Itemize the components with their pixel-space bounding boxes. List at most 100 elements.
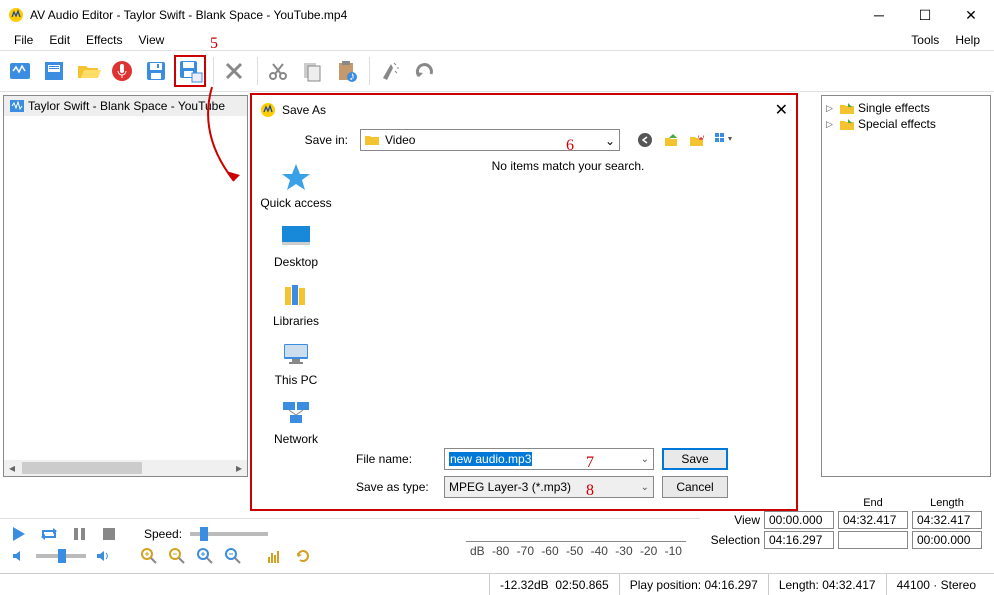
save-as-dialog: Save As ✕ Save in: Video ⌄ ★ Quick acces… [250, 93, 798, 511]
status-playpos: Play position: 04:16.297 [619, 574, 768, 595]
spectrum-button[interactable] [264, 545, 286, 567]
zoom-out-button[interactable] [166, 545, 188, 567]
place-desktop[interactable]: Desktop [274, 220, 318, 269]
toolbar: ♪ [0, 50, 994, 92]
savein-dropdown[interactable]: Video ⌄ [360, 129, 620, 151]
end-label: End [838, 497, 908, 509]
folder-icon [840, 103, 854, 114]
file-list-panel: Taylor Swift - Blank Space - YouTube ◂ ▸ [3, 95, 248, 477]
scissors-button[interactable] [262, 55, 294, 87]
length-label: Length [912, 497, 982, 509]
effects-button[interactable] [374, 55, 406, 87]
svg-text:★: ★ [696, 132, 705, 142]
refresh-button[interactable] [292, 545, 314, 567]
sel-start-field[interactable]: 04:16.297 [764, 531, 834, 549]
folder-icon [840, 119, 854, 130]
waveform-icon [10, 100, 24, 112]
horizontal-scrollbar[interactable]: ◂ ▸ [4, 460, 247, 476]
tree-single-effects[interactable]: ▷ Single effects [826, 100, 986, 116]
file-list-area[interactable]: No items match your search. [340, 155, 796, 445]
view-end-field[interactable]: 04:32.417 [838, 511, 908, 529]
saveastype-label: Save as type: [356, 480, 436, 494]
places-bar: Quick access Desktop Libraries This PC N… [252, 155, 340, 445]
dialog-title: Save As [282, 103, 762, 117]
save-as-button[interactable] [174, 55, 206, 87]
place-libraries[interactable]: Libraries [273, 279, 319, 328]
empty-message: No items match your search. [340, 159, 796, 173]
tree-label: Single effects [858, 101, 930, 115]
expand-icon[interactable]: ▷ [826, 119, 836, 130]
new-button[interactable] [4, 55, 36, 87]
record-button[interactable] [106, 55, 138, 87]
copy-button[interactable] [296, 55, 328, 87]
view-label: View [734, 513, 760, 527]
maximize-button[interactable]: ☐ [902, 0, 948, 30]
saveastype-dropdown[interactable]: MPEG Layer-3 (*.mp3)⌄ [444, 476, 654, 498]
db-ruler: dB -80-70-60-50-40-30-20-10 [466, 541, 686, 571]
back-button[interactable] [636, 131, 654, 149]
scroll-thumb[interactable] [22, 462, 142, 474]
view-length-field[interactable]: 04:32.417 [912, 511, 982, 529]
zoom-sel-out-button[interactable] [222, 545, 244, 567]
title-bar: AV Audio Editor - Taylor Swift - Blank S… [0, 0, 994, 30]
place-this-pc[interactable]: This PC [275, 338, 318, 387]
zoom-sel-in-button[interactable] [194, 545, 216, 567]
status-rate: 44100 · Stereo [886, 574, 986, 595]
app-logo-icon [8, 7, 24, 23]
chevron-down-icon: ⌄ [641, 482, 649, 493]
sel-length-field[interactable]: 00:00.000 [912, 531, 982, 549]
close-button[interactable]: ✕ [948, 0, 994, 30]
mute-button[interactable] [8, 545, 30, 567]
view-start-field[interactable]: 00:00.000 [764, 511, 834, 529]
filename-label: File name: [356, 452, 436, 466]
window-title: AV Audio Editor - Taylor Swift - Blank S… [30, 8, 856, 22]
dialog-close-button[interactable]: ✕ [762, 100, 788, 120]
save-button[interactable] [140, 55, 172, 87]
dialog-icon [260, 102, 276, 118]
savein-label: Save in: [268, 133, 348, 147]
status-db: -12.32dB 02:50.865 [489, 574, 619, 595]
status-length: Length: 04:32.417 [768, 574, 886, 595]
save-confirm-button[interactable]: Save [662, 448, 728, 470]
menu-view[interactable]: View [131, 33, 173, 47]
svg-text:♪: ♪ [349, 69, 355, 83]
scroll-left-arrow[interactable]: ◂ [4, 460, 20, 476]
effects-panel: ▷ Single effects ▷ Special effects [821, 95, 991, 477]
menu-help[interactable]: Help [947, 33, 988, 47]
tree-special-effects[interactable]: ▷ Special effects [826, 116, 986, 132]
folder-icon [365, 134, 379, 146]
place-network[interactable]: Network [274, 397, 318, 446]
menu-tools[interactable]: Tools [903, 33, 947, 47]
menu-bar: File Edit Effects View Tools Help [0, 30, 994, 50]
paste-button[interactable]: ♪ [330, 55, 362, 87]
volume-slider[interactable] [36, 554, 86, 558]
speed-slider[interactable] [190, 532, 268, 536]
file-list-item[interactable]: Taylor Swift - Blank Space - YouTube [4, 96, 247, 116]
savein-value: Video [385, 133, 415, 147]
status-bar: -12.32dB 02:50.865 Play position: 04:16.… [0, 573, 994, 595]
undo-button[interactable] [408, 55, 440, 87]
chevron-down-icon: ⌄ [641, 454, 649, 465]
menu-edit[interactable]: Edit [41, 33, 78, 47]
sel-end-field[interactable] [838, 531, 908, 549]
volume-icon[interactable] [92, 545, 114, 567]
file-list-item-label: Taylor Swift - Blank Space - YouTube [28, 99, 225, 113]
minimize-button[interactable]: ─ [856, 0, 902, 30]
place-quick-access[interactable]: Quick access [260, 161, 331, 210]
open-button[interactable] [72, 55, 104, 87]
new-folder-button[interactable]: ★ [688, 131, 706, 149]
scroll-right-arrow[interactable]: ▸ [231, 460, 247, 476]
chevron-down-icon: ⌄ [605, 134, 615, 148]
selection-label: Selection [711, 533, 760, 547]
zoom-in-button[interactable] [138, 545, 160, 567]
save-session-button[interactable] [38, 55, 70, 87]
filename-input[interactable]: new audio.mp3⌄ [444, 448, 654, 470]
up-button[interactable] [662, 131, 680, 149]
expand-icon[interactable]: ▷ [826, 103, 836, 114]
menu-file[interactable]: File [6, 33, 41, 47]
tree-label: Special effects [858, 117, 936, 131]
cancel-button[interactable]: Cancel [662, 476, 728, 498]
menu-effects[interactable]: Effects [78, 33, 130, 47]
cut-button[interactable] [218, 55, 250, 87]
view-menu-button[interactable] [714, 131, 732, 149]
